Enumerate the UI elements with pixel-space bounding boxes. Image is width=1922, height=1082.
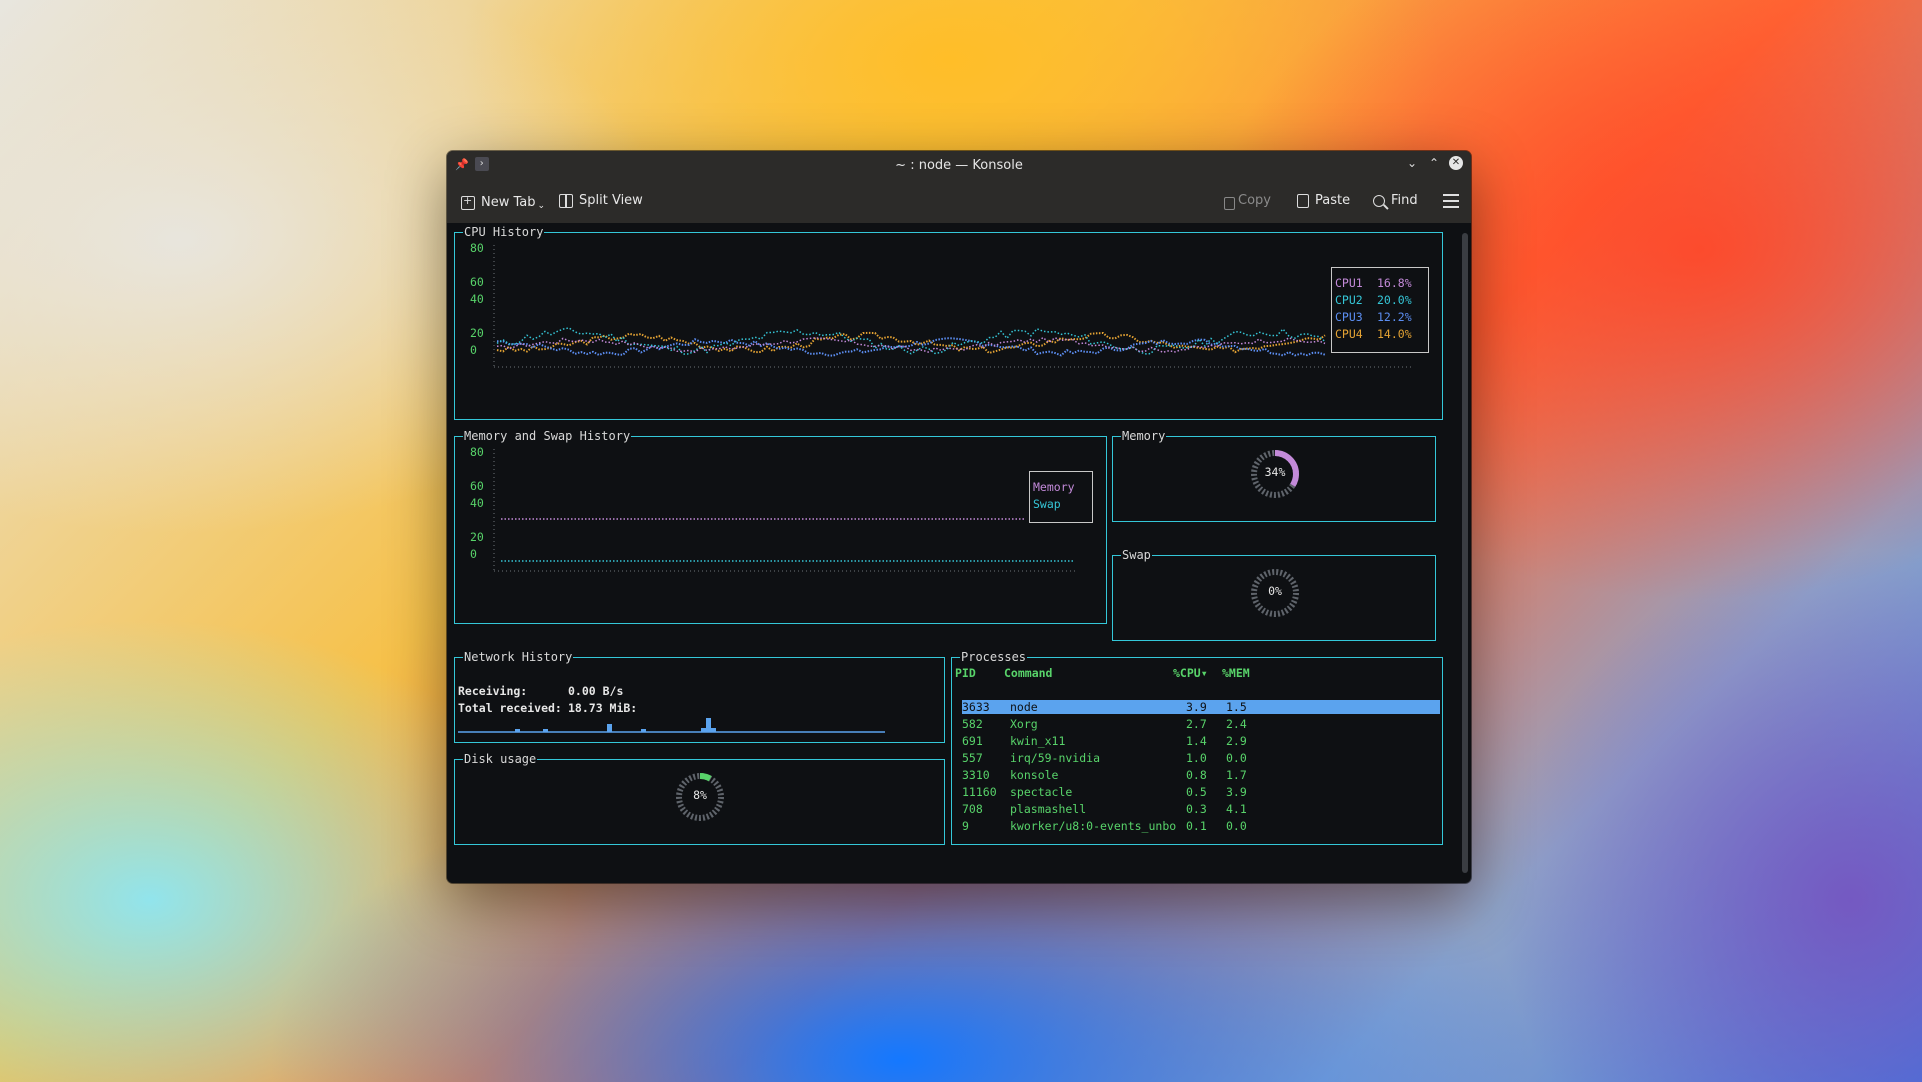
cpu-legend: CPU1 16.8% CPU2 20.0% CPU3 12.2% CPU4 14… (1331, 267, 1429, 353)
process-row[interactable]: 3310 konsole 0.8 1.7 (962, 768, 1440, 782)
split-view-label: Split View (579, 193, 643, 208)
process-pid: 691 (962, 734, 983, 748)
memory-title: Memory (1121, 428, 1167, 444)
cpu-history-graph (493, 245, 1413, 368)
process-command: konsole (1010, 768, 1059, 782)
process-pid: 582 (962, 717, 983, 731)
swap-panel: Swap 0% (1112, 547, 1436, 641)
hamburger-menu-icon[interactable] (1443, 194, 1459, 208)
process-row[interactable]: 708 plasmashell 0.3 4.1 (962, 802, 1440, 816)
process-cpu: 2.7 (1186, 717, 1207, 731)
process-row[interactable]: 9 kworker/u8:0-events_unbo 0.1 0.0 (962, 819, 1440, 833)
process-row[interactable]: 3633 node 3.9 1.5 (962, 700, 1440, 714)
dropdown-arrow-icon: ⌄ (537, 201, 546, 211)
disk-usage-panel: Disk usage 8% (454, 751, 945, 845)
process-row[interactable]: 582 Xorg 2.7 2.4 (962, 717, 1440, 731)
search-icon (1373, 194, 1385, 207)
process-cpu: 1.4 (1186, 734, 1207, 748)
mem-column-header[interactable]: %MEM (1222, 666, 1250, 680)
command-column-header[interactable]: Command (1004, 666, 1052, 680)
copy-button[interactable]: Copy (1221, 193, 1271, 210)
process-cpu: 0.1 (1186, 819, 1207, 833)
process-cpu: 0.8 (1186, 768, 1207, 782)
konsole-window: 📌 › ~ : node — Konsole ⌄ ⌃ ✕ New Tab ⌄ S… (447, 151, 1471, 883)
process-command: spectacle (1010, 785, 1073, 799)
cpu-legend-value: 14.0% (1377, 327, 1412, 341)
find-button[interactable]: Find (1373, 193, 1418, 208)
terminal-area[interactable]: CPU History 80 60 40 20 0 CPU1 16.8% CPU… (447, 223, 1457, 883)
cpu-column-header[interactable]: %CPU▾ (1173, 666, 1208, 680)
process-command: irq/59-nvidia (1010, 751, 1101, 765)
process-mem: 3.9 (1226, 785, 1247, 799)
process-mem: 2.9 (1226, 734, 1247, 748)
process-command: kworker/u8:0-events_unbo (1010, 819, 1177, 833)
disk-percent: 8% (693, 788, 707, 802)
new-tab-button[interactable]: New Tab ⌄ (461, 193, 545, 211)
process-mem: 4.1 (1226, 802, 1247, 816)
swap-percent: 0% (1268, 584, 1282, 598)
process-pid: 708 (962, 802, 983, 816)
split-view-icon (559, 193, 573, 208)
process-mem: 1.7 (1226, 768, 1247, 782)
cpu-legend-label: CPU4 (1335, 327, 1363, 341)
split-view-button[interactable]: Split View (559, 193, 643, 208)
process-mem: 1.5 (1226, 700, 1247, 714)
memory-legend-label: Memory (1033, 480, 1075, 494)
process-command: Xorg (1010, 717, 1038, 731)
memory-swap-history-graph (493, 449, 1075, 572)
copy-label: Copy (1238, 193, 1271, 208)
cpu-legend-label: CPU3 (1335, 310, 1363, 324)
process-cpu: 3.9 (1186, 700, 1207, 714)
cpu-history-panel: CPU History 80 60 40 20 0 CPU1 16.8% CPU… (454, 224, 1443, 420)
processes-panel: Processes PID Command %CPU▾ %MEM 3633 nod… (951, 649, 1443, 845)
swap-title: Swap (1121, 547, 1152, 563)
process-command: plasmashell (1010, 802, 1087, 816)
process-cpu: 0.5 (1186, 785, 1207, 799)
minimize-chevron-icon[interactable]: ⌄ (1405, 156, 1419, 170)
process-cpu: 1.0 (1186, 751, 1207, 765)
cpu-legend-value: 12.2% (1377, 310, 1412, 324)
cpu-legend-value: 16.8% (1377, 276, 1412, 290)
process-cpu: 0.3 (1186, 802, 1207, 816)
memory-panel: Memory 34% (1112, 428, 1436, 522)
process-pid: 9 (962, 819, 969, 833)
pid-column-header[interactable]: PID (955, 666, 976, 680)
process-row[interactable]: 11160 spectacle 0.5 3.9 (962, 785, 1440, 799)
cpu-legend-value: 20.0% (1377, 293, 1412, 307)
new-tab-label: New Tab (481, 194, 536, 210)
paste-icon (1297, 193, 1309, 208)
cpu-legend-label: CPU2 (1335, 293, 1363, 307)
network-history-panel: Network History Receiving: 0.00 B/s Tota… (454, 649, 945, 743)
process-pid: 3310 (962, 768, 990, 782)
find-label: Find (1391, 193, 1418, 208)
memory-swap-legend: Memory Swap (1029, 471, 1093, 523)
maximize-chevron-icon[interactable]: ⌃ (1427, 156, 1441, 170)
process-pid: 3633 (962, 700, 990, 714)
network-sparkline (458, 718, 885, 733)
process-mem: 0.0 (1226, 751, 1247, 765)
toolbar: New Tab ⌄ Split View Copy Paste Find (447, 181, 1471, 223)
process-mem: 0.0 (1226, 819, 1247, 833)
swap-legend-label: Swap (1033, 497, 1061, 511)
window-title: ~ : node — Konsole (895, 158, 1023, 173)
paste-button[interactable]: Paste (1297, 193, 1350, 208)
process-mem: 2.4 (1226, 717, 1247, 731)
scrollbar[interactable] (1462, 233, 1468, 873)
processes-title: Processes (960, 649, 1028, 665)
copy-icon (1224, 197, 1235, 210)
paste-label: Paste (1315, 193, 1351, 208)
title-bar[interactable]: 📌 › ~ : node — Konsole ⌄ ⌃ ✕ (447, 151, 1471, 181)
process-row[interactable]: 691 kwin_x11 1.4 2.9 (962, 734, 1440, 748)
memory-percent: 34% (1264, 465, 1286, 479)
close-icon[interactable]: ✕ (1449, 156, 1463, 170)
memory-swap-history-panel: Memory and Swap History 80 60 40 20 0 Me… (454, 428, 1107, 624)
process-pid: 11160 (962, 785, 997, 799)
cpu-legend-label: CPU1 (1335, 276, 1363, 290)
process-row[interactable]: 557 irq/59-nvidia 1.0 0.0 (962, 751, 1440, 765)
process-command: node (1010, 700, 1038, 714)
new-tab-icon (461, 194, 475, 210)
process-command: kwin_x11 (1010, 734, 1066, 748)
process-pid: 557 (962, 751, 983, 765)
disk-usage-title: Disk usage (463, 751, 538, 767)
